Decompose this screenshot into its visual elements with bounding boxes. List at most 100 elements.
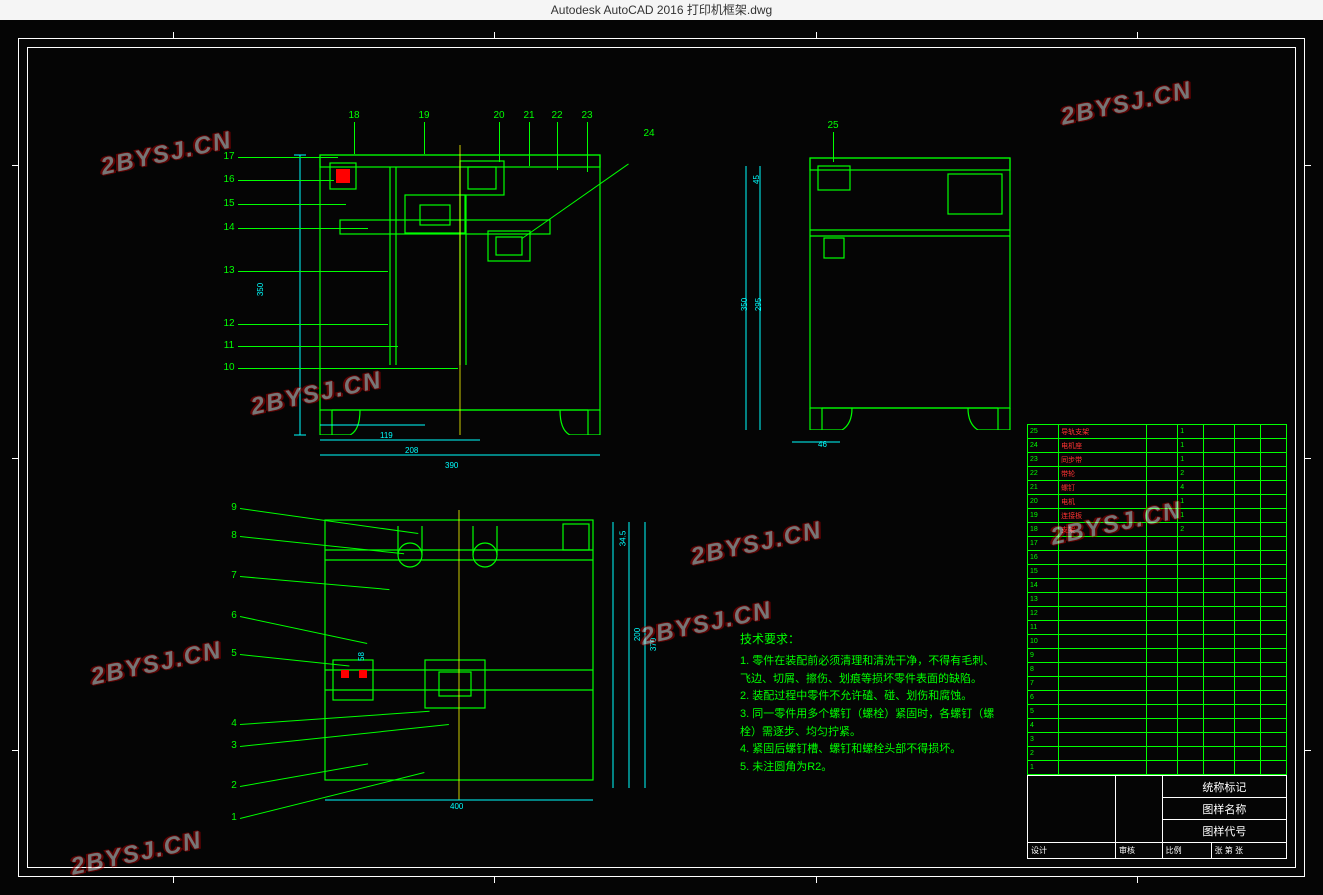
bom-cell: [1261, 719, 1287, 733]
bom-cell: [1147, 719, 1178, 733]
tb-code-label: 图样代号: [1162, 820, 1286, 842]
bom-cell: [1059, 551, 1147, 565]
tech-req-3: 3. 同一零件用多个螺钉（螺栓）紧固时，各螺钉（螺栓）需逐步、均匀拧紧。: [740, 706, 1000, 741]
dim-front-h: 350: [256, 283, 265, 296]
bom-cell: [1261, 635, 1287, 649]
bom-cell: [1204, 705, 1235, 719]
bom-cell: [1204, 621, 1235, 635]
bom-cell: [1204, 565, 1235, 579]
bom-cell: 电机: [1059, 495, 1147, 509]
bom-cell: 9: [1028, 649, 1059, 663]
bom-cell: [1178, 691, 1204, 705]
dim-side-h2: 295: [754, 298, 763, 311]
bom-cell: [1204, 663, 1235, 677]
bom-cell: 24: [1028, 439, 1059, 453]
bom-cell: [1059, 621, 1147, 635]
bom-cell: [1059, 705, 1147, 719]
bom-cell: [1204, 439, 1235, 453]
bom-cell: 4: [1178, 481, 1204, 495]
bom-cell: [1261, 649, 1287, 663]
bom-cell: [1204, 481, 1235, 495]
bom-cell: [1204, 635, 1235, 649]
bom-cell: [1261, 607, 1287, 621]
bom-cell: [1235, 439, 1261, 453]
bom-cell: [1235, 733, 1261, 747]
bom-cell: [1147, 649, 1178, 663]
bom-cell: [1235, 635, 1261, 649]
bom-cell: [1147, 453, 1178, 467]
bom-cell: [1235, 663, 1261, 677]
bom-cell: [1059, 761, 1147, 775]
bom-cell: [1147, 537, 1178, 551]
bom-cell: [1204, 467, 1235, 481]
bom-cell: [1059, 733, 1147, 747]
bom-cell: [1178, 551, 1204, 565]
bom-cell: [1147, 439, 1178, 453]
bom-cell: [1235, 677, 1261, 691]
callout-22: 22: [548, 110, 566, 121]
bom-cell: [1178, 761, 1204, 775]
tech-req-header: 技术要求：: [740, 630, 1000, 649]
bom-cell: [1235, 761, 1261, 775]
bom-cell: [1147, 565, 1178, 579]
bom-cell: [1235, 705, 1261, 719]
bom-cell: [1235, 425, 1261, 439]
tb-scale: 比例: [1162, 842, 1211, 858]
bom-cell: 20: [1028, 495, 1059, 509]
bom-cell: [1235, 551, 1261, 565]
bom-cell: [1235, 565, 1261, 579]
bom-cell: [1059, 649, 1147, 663]
callout-18: 18: [345, 110, 363, 121]
bom-cell: [1178, 677, 1204, 691]
bom-cell: [1235, 537, 1261, 551]
bom-cell: 13: [1028, 593, 1059, 607]
bom-cell: [1261, 509, 1287, 523]
bom-cell: 螺钉: [1059, 481, 1147, 495]
bom-cell: [1204, 649, 1235, 663]
bom-cell: [1235, 607, 1261, 621]
bom-cell: [1235, 593, 1261, 607]
tech-req-2: 2. 装配过程中零件不允许磕、碰、划伤和腐蚀。: [740, 688, 1000, 706]
bom-cell: [1235, 649, 1261, 663]
bom-cell: 7: [1028, 677, 1059, 691]
tb-name-label: 图样名称: [1162, 798, 1286, 820]
bom-cell: 15: [1028, 565, 1059, 579]
tb-drawn: 设计: [1028, 842, 1116, 858]
bom-cell: [1261, 425, 1287, 439]
bom-cell: 1: [1178, 509, 1204, 523]
dim-front-w3: 390: [445, 461, 458, 470]
bom-cell: [1235, 523, 1261, 537]
bom-cell: [1261, 551, 1287, 565]
bom-cell: [1178, 747, 1204, 761]
bom-cell: 连接板: [1059, 509, 1147, 523]
bom-cell: [1261, 663, 1287, 677]
bom-cell: [1147, 677, 1178, 691]
bom-cell: 1: [1178, 453, 1204, 467]
bom-cell: [1261, 481, 1287, 495]
bom-cell: [1204, 579, 1235, 593]
bom-cell: [1178, 705, 1204, 719]
bom-cell: [1204, 691, 1235, 705]
bom-cell: 2: [1028, 747, 1059, 761]
bom-cell: 5: [1028, 705, 1059, 719]
bom-cell: [1204, 523, 1235, 537]
bom-cell: 11: [1028, 621, 1059, 635]
bom-cell: 同步带: [1059, 453, 1147, 467]
bom-cell: [1147, 495, 1178, 509]
dim-top-w: 400: [450, 802, 463, 811]
bom-cell: [1178, 635, 1204, 649]
bom-cell: [1204, 747, 1235, 761]
bom-cell: [1059, 579, 1147, 593]
bom-cell: [1147, 705, 1178, 719]
bom-cell: [1178, 733, 1204, 747]
bom-cell: [1147, 621, 1178, 635]
bom-cell: [1261, 579, 1287, 593]
cad-canvas[interactable]: 350 390 208 119 17 16 15 14 13 12 11 10 …: [0, 20, 1323, 895]
bom-cell: 2: [1178, 523, 1204, 537]
callout-23: 23: [578, 110, 596, 121]
bom-cell: [1178, 579, 1204, 593]
bom-cell: [1261, 621, 1287, 635]
dim-side-h3: 350: [740, 298, 749, 311]
bom-cell: [1204, 593, 1235, 607]
bom-cell: [1261, 537, 1287, 551]
